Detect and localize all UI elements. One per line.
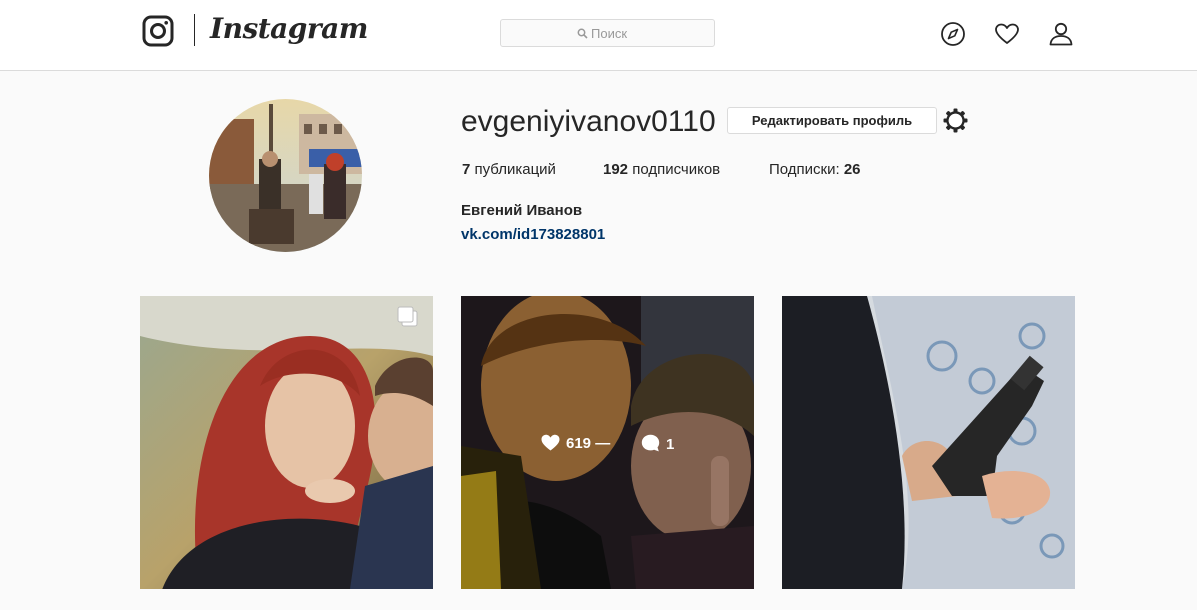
person-icon[interactable] bbox=[1048, 21, 1074, 47]
instagram-glyph-icon[interactable] bbox=[142, 15, 174, 47]
posts-count-stat: 7 публикаций bbox=[462, 161, 556, 179]
post-likes-count: 619 — bbox=[566, 435, 611, 452]
top-nav-bar: Instagram bbox=[0, 0, 1197, 71]
search-box[interactable] bbox=[500, 19, 715, 47]
following-label: Подписки: bbox=[769, 161, 844, 178]
comment-filled-icon bbox=[641, 434, 660, 452]
posts-label: публикаций bbox=[470, 161, 556, 178]
edit-profile-button[interactable]: Редактировать профиль bbox=[727, 107, 937, 134]
logo-divider bbox=[194, 14, 195, 46]
profile-username: evgeniyivanov0110 bbox=[461, 105, 716, 138]
profile-avatar[interactable] bbox=[209, 99, 362, 252]
heart-icon[interactable] bbox=[994, 21, 1020, 47]
followers-label: подписчиков bbox=[628, 161, 721, 178]
post-tile-1[interactable] bbox=[140, 296, 433, 589]
following-count: 26 bbox=[843, 161, 861, 178]
post-tile-2[interactable]: 619 — 1 bbox=[461, 296, 754, 589]
gear-icon[interactable] bbox=[943, 108, 968, 133]
following-stat[interactable]: Подписки: 26 bbox=[769, 161, 861, 179]
avatar-photo bbox=[209, 99, 362, 252]
post-comments: 1 bbox=[641, 434, 674, 454]
search-input[interactable] bbox=[591, 24, 711, 42]
profile-website-link[interactable]: vk.com/id173828801 bbox=[461, 226, 605, 244]
compass-icon[interactable] bbox=[940, 21, 966, 47]
followers-count: 192 bbox=[603, 161, 629, 178]
search-icon bbox=[577, 28, 588, 39]
post-likes: 619 — bbox=[541, 434, 610, 453]
post-photo-1 bbox=[140, 296, 433, 589]
post-comments-count: 1 bbox=[666, 436, 675, 453]
instagram-wordmark[interactable]: Instagram bbox=[210, 12, 368, 46]
heart-filled-icon bbox=[541, 434, 560, 451]
post-hover-overlay: 619 — 1 bbox=[461, 296, 754, 589]
multiple-photos-icon bbox=[397, 306, 418, 327]
post-tile-3[interactable] bbox=[782, 296, 1075, 589]
post-photo-3 bbox=[782, 296, 1075, 589]
profile-full-name: Евгений Иванов bbox=[461, 202, 583, 219]
followers-stat[interactable]: 192 подписчиков bbox=[603, 161, 720, 179]
